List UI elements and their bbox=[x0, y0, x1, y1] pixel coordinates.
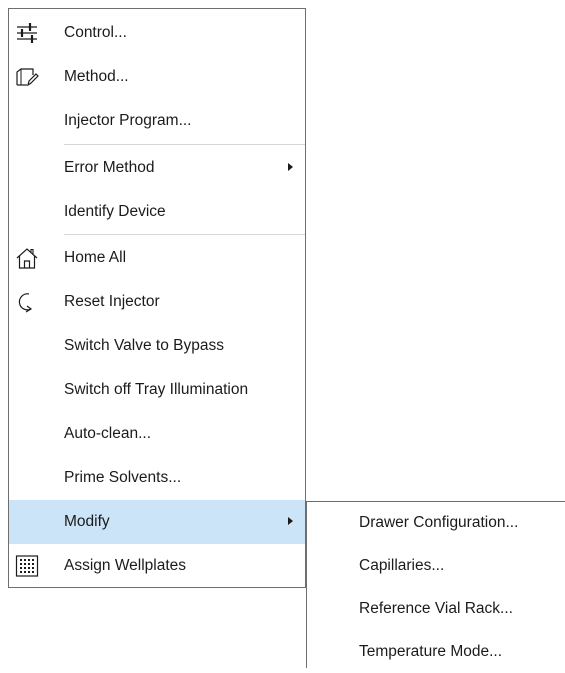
menu-item-identify-device[interactable]: Identify Device bbox=[9, 190, 305, 234]
submenu-item-capillaries[interactable]: Capillaries... bbox=[306, 545, 565, 587]
menu-item-switch-valve[interactable]: Switch Valve to Bypass bbox=[9, 324, 305, 368]
menu-item-label: Switch off Tray Illumination bbox=[64, 381, 249, 398]
reset-arrow-icon bbox=[15, 291, 39, 313]
home-icon bbox=[15, 247, 39, 269]
menu-item-error-method[interactable]: Error Method bbox=[9, 146, 305, 190]
submenu-item-drawer-configuration[interactable]: Drawer Configuration... bbox=[306, 502, 565, 544]
menu-item-control[interactable]: Control... bbox=[9, 11, 305, 55]
wellplate-grid-icon bbox=[15, 555, 39, 577]
menu-item-injector-program[interactable]: Injector Program... bbox=[9, 99, 305, 143]
submenu-item-label: Capillaries... bbox=[359, 557, 445, 574]
menu-item-label: Reset Injector bbox=[64, 293, 160, 310]
submenu-arrow-icon bbox=[288, 517, 293, 525]
menu-item-label: Home All bbox=[64, 249, 127, 266]
menu-item-label: Modify bbox=[64, 513, 110, 530]
menu-item-auto-clean[interactable]: Auto-clean... bbox=[9, 412, 305, 456]
menu-item-label: Switch Valve to Bypass bbox=[64, 337, 224, 354]
submenu-item-label: Temperature Mode... bbox=[359, 643, 503, 660]
method-edit-icon bbox=[15, 66, 39, 88]
menu-item-label: Injector Program... bbox=[64, 112, 192, 129]
submenu-item-label: Reference Vial Rack... bbox=[359, 600, 513, 617]
menu-item-label: Method... bbox=[64, 68, 129, 85]
menu-item-tray-illumination[interactable]: Switch off Tray Illumination bbox=[9, 368, 305, 412]
menu-item-method[interactable]: Method... bbox=[9, 55, 305, 99]
context-menu: Control... Method... Injector Program...… bbox=[8, 8, 306, 588]
menu-item-assign-wellplates[interactable]: Assign Wellplates bbox=[9, 544, 305, 588]
menu-separator bbox=[64, 144, 305, 145]
menu-item-label: Control... bbox=[64, 24, 127, 41]
menu-separator bbox=[64, 234, 305, 235]
menu-item-reset-injector[interactable]: Reset Injector bbox=[9, 280, 305, 324]
submenu-item-label: Drawer Configuration... bbox=[359, 514, 519, 531]
menu-item-prime-solvents[interactable]: Prime Solvents... bbox=[9, 456, 305, 500]
menu-item-home-all[interactable]: Home All bbox=[9, 236, 305, 280]
menu-item-label: Identify Device bbox=[64, 203, 166, 220]
submenu-arrow-icon bbox=[288, 163, 293, 171]
menu-item-modify[interactable]: Modify bbox=[9, 500, 305, 544]
menu-item-label: Error Method bbox=[64, 159, 155, 176]
menu-item-label: Auto-clean... bbox=[64, 425, 152, 442]
submenu-item-temperature-mode[interactable]: Temperature Mode... bbox=[306, 631, 565, 673]
sliders-icon bbox=[15, 22, 39, 44]
menu-item-label: Prime Solvents... bbox=[64, 469, 182, 486]
submenu-item-reference-vial-rack[interactable]: Reference Vial Rack... bbox=[306, 588, 565, 630]
menu-item-label: Assign Wellplates bbox=[64, 557, 187, 574]
